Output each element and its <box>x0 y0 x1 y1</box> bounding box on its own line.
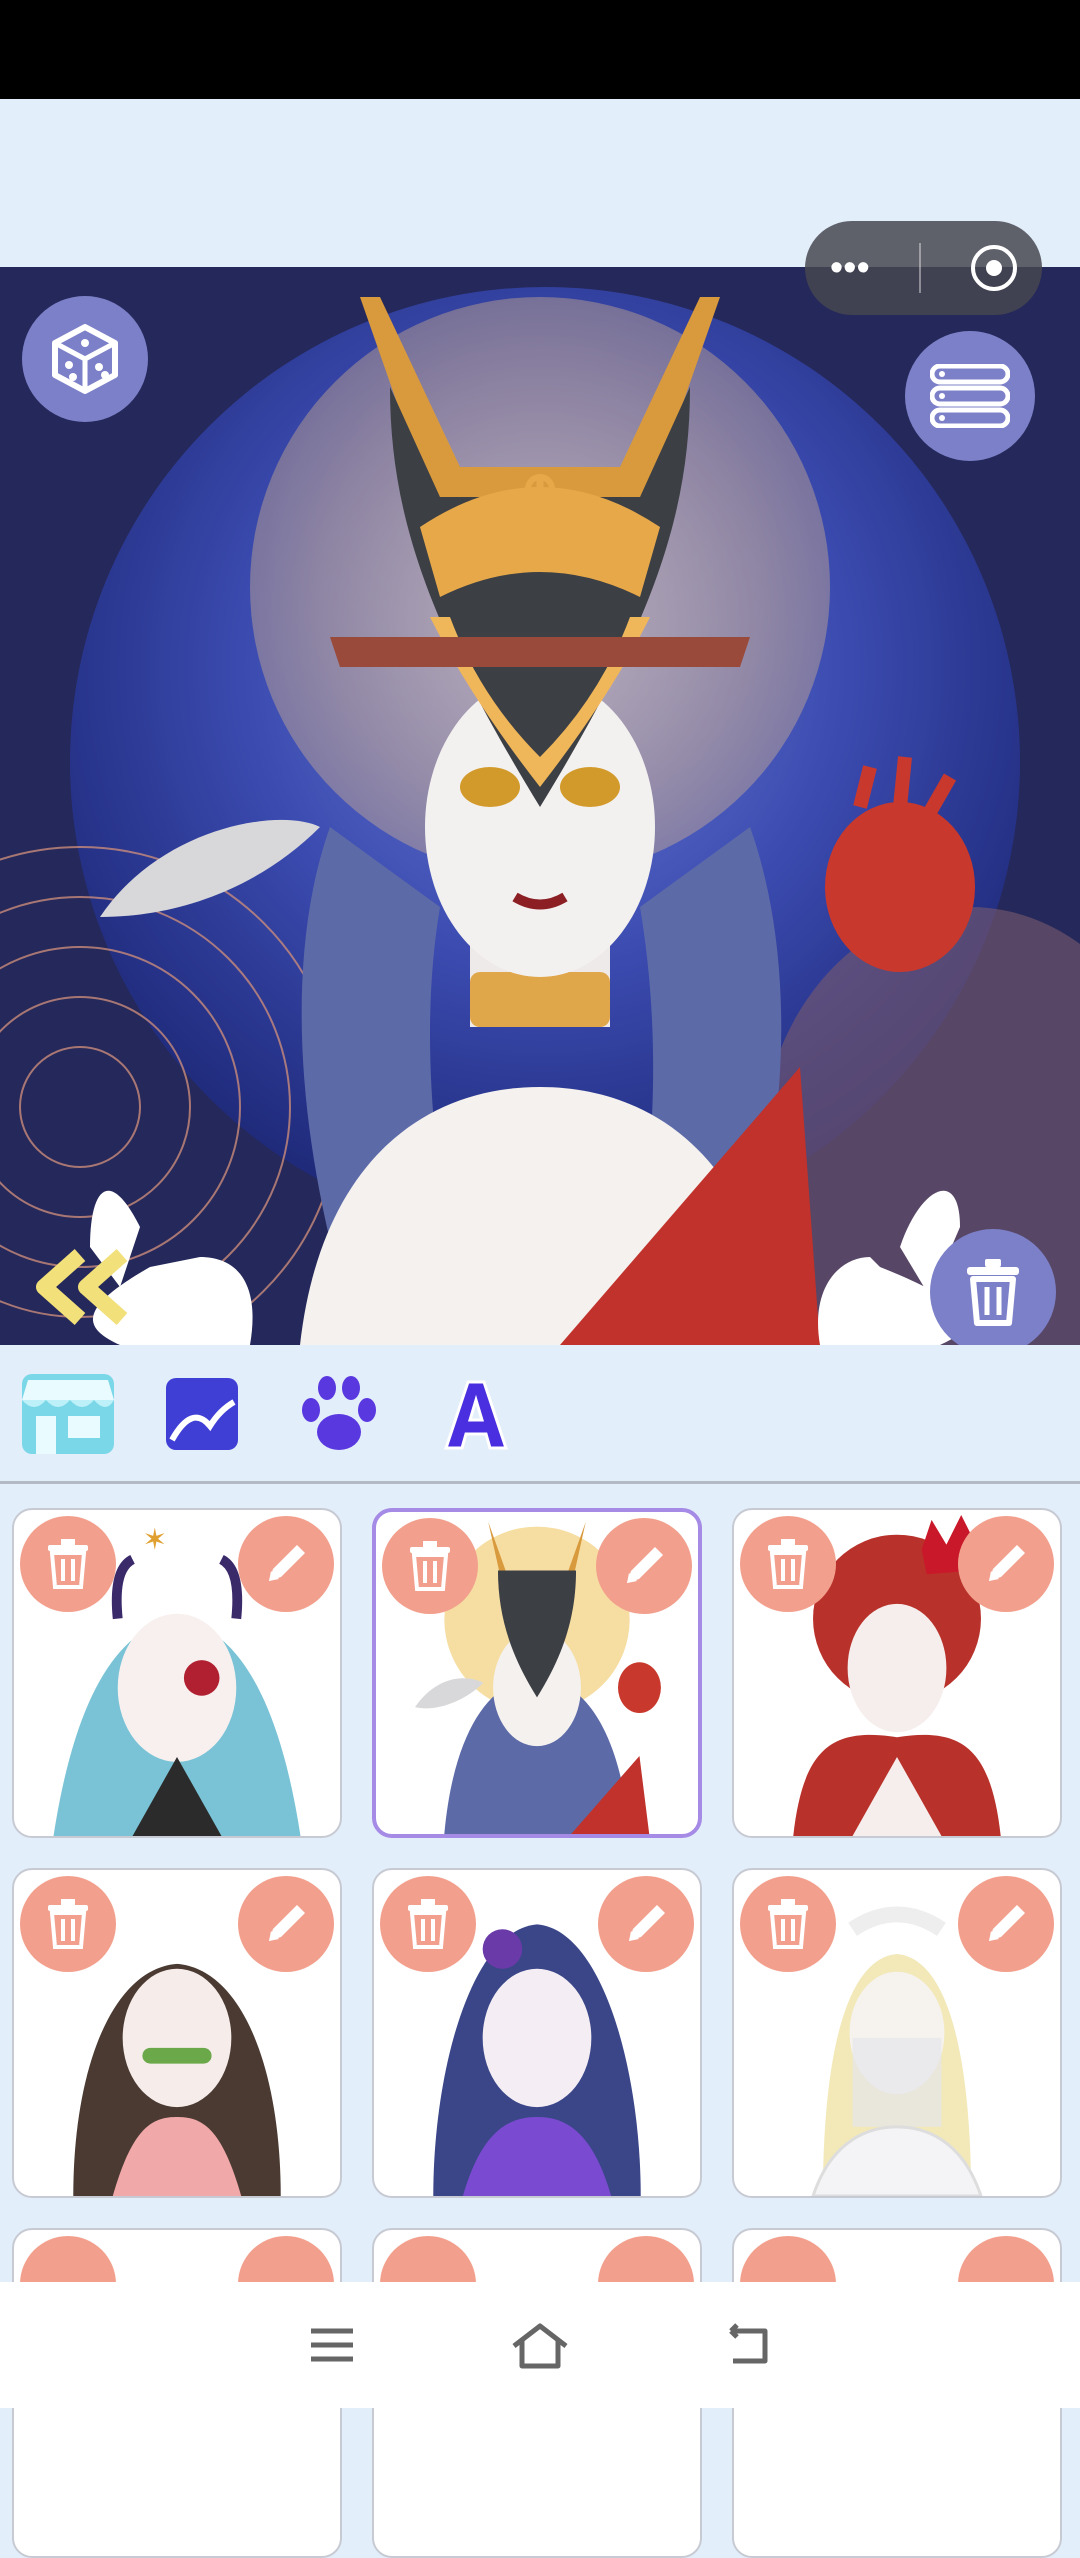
delete-button[interactable] <box>740 1876 836 1972</box>
tab-text[interactable] <box>424 1367 528 1461</box>
delete-button[interactable] <box>740 1516 836 1612</box>
trash-icon <box>768 1539 808 1589</box>
text-icon <box>443 1380 509 1450</box>
background-icon <box>166 1378 238 1450</box>
pencil-icon <box>269 1905 305 1941</box>
system-nav-bar <box>0 2282 1080 2408</box>
menu-icon[interactable] <box>307 2325 357 2365</box>
svg-text:✶: ✶ <box>142 1522 167 1557</box>
tab-pets[interactable] <box>287 1367 391 1461</box>
pencil-icon <box>627 1547 663 1583</box>
edit-button[interactable] <box>958 1516 1054 1612</box>
edit-button[interactable] <box>958 1876 1054 1972</box>
trash-icon <box>410 1541 450 1591</box>
double-chevron-left-icon <box>36 1249 128 1325</box>
trash-icon <box>408 1899 448 1949</box>
trash-icon <box>768 1899 808 1949</box>
store-icon <box>22 1374 114 1454</box>
pencil-icon <box>989 1905 1025 1941</box>
edit-button[interactable] <box>238 1516 334 1612</box>
collapse-button[interactable] <box>30 1247 140 1327</box>
pencil-icon <box>989 1545 1025 1581</box>
delete-button[interactable] <box>382 1518 478 1614</box>
target-icon[interactable] <box>971 245 1018 291</box>
paw-icon <box>302 1376 376 1450</box>
mini-program-capsule: ••• <box>805 221 1042 315</box>
capsule-divider <box>919 243 922 293</box>
gallery-card[interactable] <box>732 1508 1062 1838</box>
tab-store[interactable] <box>16 1367 120 1461</box>
layers-menu-button[interactable] <box>905 331 1035 461</box>
edit-button[interactable] <box>238 1876 334 1972</box>
home-icon[interactable] <box>510 2320 570 2370</box>
status-bar <box>0 0 1080 99</box>
edit-button[interactable] <box>596 1518 692 1614</box>
trash-icon <box>967 1259 1019 1326</box>
delete-button[interactable] <box>20 1876 116 1972</box>
trash-icon <box>48 1899 88 1949</box>
gallery-card[interactable] <box>12 1868 342 2198</box>
pencil-icon <box>629 1905 665 1941</box>
gallery-card[interactable] <box>372 1868 702 2198</box>
tab-background[interactable] <box>150 1367 254 1461</box>
back-icon[interactable] <box>723 2323 773 2367</box>
dice-icon <box>52 324 118 394</box>
more-dots-icon[interactable]: ••• <box>830 247 870 290</box>
clear-button[interactable] <box>930 1229 1056 1345</box>
trash-icon <box>48 1539 88 1589</box>
delete-button[interactable] <box>380 1876 476 1972</box>
randomize-button[interactable] <box>22 296 148 422</box>
delete-button[interactable] <box>20 1516 116 1612</box>
character-canvas[interactable] <box>0 267 1080 1345</box>
gallery-card-selected[interactable] <box>372 1508 702 1838</box>
list-menu-icon <box>930 364 1010 428</box>
pencil-icon <box>269 1545 305 1581</box>
edit-button[interactable] <box>598 1876 694 1972</box>
gallery-card[interactable] <box>732 1868 1062 2198</box>
gallery-card[interactable]: ✶ <box>12 1508 342 1838</box>
